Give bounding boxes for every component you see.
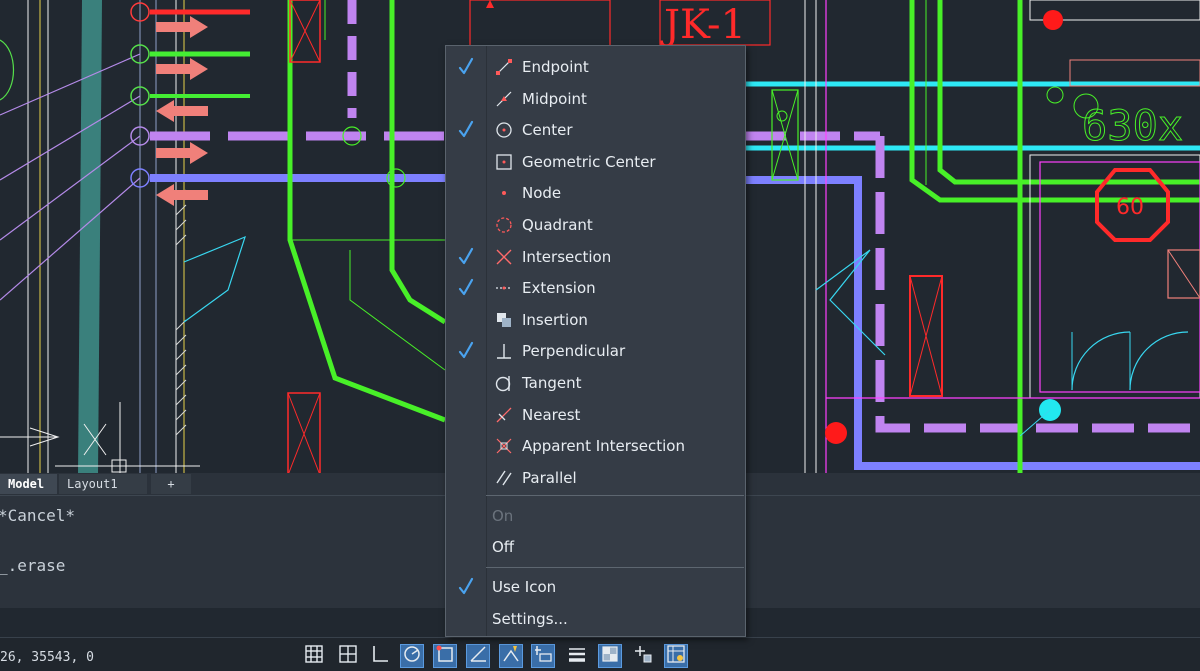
center-icon [495, 121, 513, 139]
checkmark-icon [458, 278, 474, 296]
menu-item-label: Intersection [522, 247, 612, 266]
menu-separator [486, 567, 744, 568]
menu-item-settings-label: Settings... [492, 610, 568, 628]
menu-item-label: Nearest [522, 405, 581, 424]
dynamic-input-button[interactable] [531, 644, 555, 668]
polar-tracking-icon [403, 645, 421, 667]
menu-item-label: Endpoint [522, 58, 589, 76]
command-history-line: *Cancel* [0, 506, 76, 525]
midpoint-icon [495, 90, 513, 108]
transparency-button[interactable] [598, 644, 622, 668]
checkmark-icon [458, 57, 474, 75]
checkmark-icon [458, 247, 474, 265]
annotation-monitor-button[interactable] [664, 644, 688, 668]
ortho-icon [371, 645, 389, 667]
menu-item-label: Tangent [522, 374, 582, 392]
transparency-icon [601, 645, 619, 667]
perpendicular-icon [495, 342, 513, 360]
polar-tracking-button[interactable] [400, 644, 424, 668]
menu-item-use-icon-label: Use Icon [492, 578, 557, 596]
menu-item-center[interactable]: Center [446, 115, 745, 145]
menu-item-extension[interactable]: Extension [446, 273, 745, 303]
tab-model[interactable]: Model [0, 474, 57, 494]
label-jk1: JK-1 [660, 2, 746, 48]
checkmark-icon [458, 341, 474, 359]
command-history-line: _.erase [0, 556, 66, 575]
menu-item-label: Parallel [522, 468, 577, 487]
node-icon [495, 184, 513, 202]
menu-item-intersection[interactable]: Intersection [446, 242, 745, 272]
menu-item-off-label: Off [492, 538, 515, 556]
lineweight-icon [568, 645, 586, 667]
menu-item-label: Midpoint [522, 89, 587, 108]
menu-item-use-icon[interactable]: Use Icon [446, 572, 745, 602]
extension-icon [495, 279, 513, 297]
annotation-monitor-icon [667, 645, 685, 667]
menu-separator [486, 495, 744, 496]
menu-item-nearest[interactable]: Nearest [446, 400, 745, 430]
object-snap-tracking-icon [469, 645, 487, 667]
dynamic-input-icon [534, 645, 552, 667]
intersection-icon [495, 248, 513, 266]
tangent-icon [495, 374, 513, 392]
object-snap-icon [436, 645, 454, 667]
grid-button[interactable] [302, 644, 326, 668]
label-630x: 630x [1082, 101, 1183, 150]
endpoint-icon [495, 58, 513, 76]
selection-cycling-button[interactable] [632, 644, 656, 668]
grid-icon [305, 645, 323, 667]
menu-item-quadrant[interactable]: Quadrant [446, 210, 745, 240]
menu-item-midpoint[interactable]: Midpoint [446, 84, 745, 114]
snap-grid-icon [339, 645, 357, 667]
lineweight-button[interactable] [565, 644, 589, 668]
coordinates-readout: 26, 35543, 0 [0, 650, 94, 665]
dynamic-ucs-icon [502, 645, 520, 667]
menu-item-apparent-intersection[interactable]: Apparent Intersection [446, 431, 745, 461]
object-snap-button[interactable] [433, 644, 457, 668]
selection-cycling-icon [635, 645, 653, 667]
insertion-icon [495, 311, 513, 329]
menu-item-settings[interactable]: Settings... [446, 604, 745, 634]
quadrant-icon [495, 216, 513, 234]
menu-item-label: Node [522, 184, 562, 203]
menu-item-off[interactable]: Off [446, 532, 745, 562]
object-snap-tracking-button[interactable] [466, 644, 490, 668]
menu-item-label: Insertion [522, 310, 588, 329]
menu-item-node[interactable]: Node [446, 178, 745, 208]
geometric-center-icon [495, 153, 513, 171]
menu-item-geometric-center[interactable]: Geometric Center [446, 147, 745, 177]
menu-item-on-label: On [492, 507, 514, 525]
add-layout-button[interactable]: + [151, 474, 191, 494]
status-bar: 26, 35543, 0 [0, 637, 1200, 671]
menu-item-insertion[interactable]: Insertion [446, 305, 745, 335]
nearest-icon [495, 406, 513, 424]
menu-item-label: Center [522, 121, 573, 140]
menu-item-label: Extension [522, 279, 596, 298]
menu-item-label: Apparent Intersection [522, 437, 685, 456]
checkmark-icon [458, 577, 474, 595]
parallel-icon [495, 469, 513, 487]
ortho-button[interactable] [368, 644, 392, 668]
menu-item-parallel[interactable]: Parallel [446, 463, 745, 493]
snap-grid-button[interactable] [336, 644, 360, 668]
label-damper: 60 [1116, 195, 1144, 220]
menu-item-label: Quadrant [522, 216, 593, 234]
menu-item-tangent[interactable]: Tangent [446, 368, 745, 398]
menu-item-label: Perpendicular [522, 342, 626, 361]
menu-item-label: Geometric Center [522, 152, 656, 171]
menu-item-endpoint[interactable]: Endpoint [446, 52, 745, 82]
menu-item-on: On [446, 501, 745, 531]
tab-layout1[interactable]: Layout1 [59, 474, 147, 494]
apparent-intersection-icon [495, 437, 513, 455]
dynamic-ucs-button[interactable] [499, 644, 523, 668]
checkmark-icon [458, 120, 474, 138]
object-snap-context-menu: Endpoint Midpoint Center Geometric Center No… [445, 45, 746, 637]
menu-item-perpendicular[interactable]: Perpendicular [446, 336, 745, 366]
